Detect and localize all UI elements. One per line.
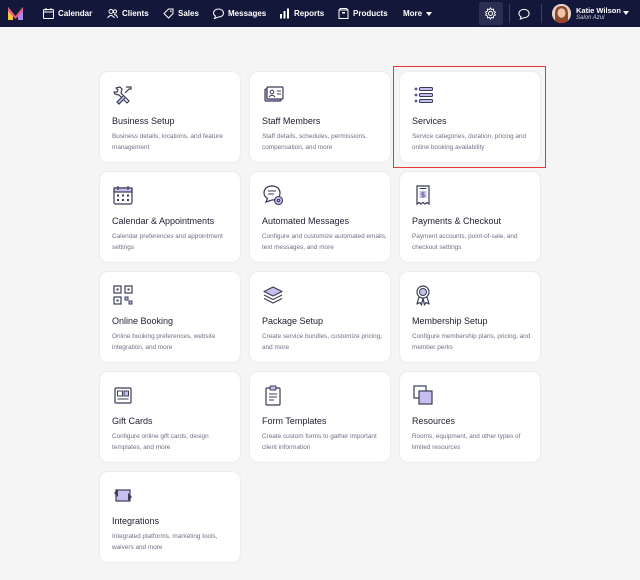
- card-title: Automated Messages: [262, 216, 350, 226]
- card-calendar-appointments[interactable]: Calendar & Appointments Calendar prefere…: [100, 172, 240, 262]
- card-gift-cards[interactable]: Gift Cards Configure online gift cards, …: [100, 372, 240, 462]
- card-title: Package Setup: [262, 316, 324, 326]
- nav-messages-label: Messages: [228, 9, 267, 18]
- card-integrations[interactable]: Integrations Integrated platforms, marke…: [100, 472, 240, 562]
- staff-icon: [264, 86, 284, 102]
- card-title: Membership Setup: [412, 316, 488, 326]
- card-description: Rooms, equipment, and other types of lim…: [412, 433, 521, 451]
- card-description: Configure and customize automated emails…: [262, 233, 387, 251]
- nav-calendar[interactable]: Calendar: [43, 0, 92, 27]
- card-description: Configure online gift cards, design temp…: [112, 433, 209, 451]
- card-description: Business details, locations, and feature…: [112, 133, 223, 151]
- card-form-templates[interactable]: Form Templates Create custom forms to ga…: [250, 372, 390, 462]
- card-title: Payments & Checkout: [412, 216, 502, 226]
- qr-code-icon: [113, 285, 133, 305]
- nav-products-label: Products: [353, 9, 388, 18]
- tag-icon: [163, 8, 174, 19]
- nav-reports-label: Reports: [294, 9, 325, 18]
- calendar-grid-icon: [113, 186, 133, 205]
- card-title: Gift Cards: [112, 416, 153, 426]
- card-description: Create service bundles, customize pricin…: [262, 333, 383, 351]
- chat-icon: [213, 8, 224, 19]
- card-automated-messages[interactable]: Automated Messages Configure and customi…: [250, 172, 390, 262]
- nav-products[interactable]: Products: [338, 0, 388, 27]
- user-name[interactable]: Katie Wilson: [576, 6, 621, 15]
- user-avatar-icon: [552, 4, 571, 23]
- nav-more[interactable]: More: [403, 0, 433, 27]
- top-nav: Calendar Clients Sales Messages Reports …: [0, 0, 640, 27]
- chat-bubble-icon: [517, 8, 530, 20]
- card-description: Configure membership plans, pricing, and…: [412, 333, 531, 351]
- resources-icon: [413, 385, 433, 405]
- nav-divider: [509, 4, 510, 23]
- card-resources[interactable]: Resources Rooms, equipment, and other ty…: [400, 372, 540, 462]
- user-menu-chevron-icon[interactable]: [623, 11, 629, 15]
- services-highlight-frame: [393, 66, 546, 168]
- card-title: Online Booking: [112, 316, 174, 326]
- tools-icon: [113, 86, 132, 105]
- chevron-down-icon: [426, 11, 433, 16]
- clients-icon: [107, 9, 118, 19]
- nav-more-label: More: [403, 9, 423, 18]
- svg-text:$: $: [421, 191, 425, 199]
- card-business-setup[interactable]: Business Setup Business details, locatio…: [100, 72, 240, 162]
- card-title: Form Templates: [262, 416, 327, 426]
- card-title: Integrations: [112, 516, 160, 526]
- settings-icon-wrap: [482, 5, 499, 22]
- bar-chart-icon: [280, 8, 289, 19]
- card-title: Resources: [412, 416, 456, 426]
- business-name: Salon Azul: [576, 15, 605, 21]
- nav-sales-label: Sales: [178, 9, 199, 18]
- card-description: Payment accounts, point-of-sale, and che…: [412, 233, 518, 251]
- nav-calendar-label: Calendar: [58, 9, 93, 18]
- gift-card-icon: [114, 387, 132, 404]
- message-gear-icon: [263, 185, 284, 206]
- card-title: Calendar & Appointments: [112, 216, 215, 226]
- card-title: Staff Members: [262, 116, 321, 126]
- nav-divider: [541, 4, 542, 23]
- card-membership-setup[interactable]: Membership Setup Configure membership pl…: [400, 272, 540, 362]
- gear-icon: [484, 7, 497, 20]
- nav-clients-label: Clients: [122, 9, 149, 18]
- integrations-icon: [114, 489, 132, 502]
- card-description: Online booking preferences, website inte…: [112, 333, 216, 351]
- card-online-booking[interactable]: Online Booking Online booking preference…: [100, 272, 240, 362]
- receipt-icon: $: [416, 185, 430, 206]
- card-package-setup[interactable]: Package Setup Create service bundles, cu…: [250, 272, 390, 362]
- box-icon: [338, 8, 349, 19]
- card-description: Create custom forms to gather important …: [262, 433, 377, 451]
- calendar-icon: [43, 8, 54, 19]
- card-description: Staff details, schedules, permissions, c…: [262, 133, 368, 151]
- badge-icon: [416, 285, 430, 306]
- card-staff-members[interactable]: Staff Members Staff details, schedules, …: [250, 72, 390, 162]
- nav-sales[interactable]: Sales: [163, 0, 199, 27]
- card-description: Integrated platforms, marketing tools, w…: [112, 533, 218, 551]
- avatar[interactable]: [552, 4, 571, 23]
- card-description: Calendar preferences and appointment set…: [112, 233, 223, 251]
- layers-icon: [263, 286, 283, 304]
- nav-clients[interactable]: Clients: [107, 0, 149, 27]
- nav-reports[interactable]: Reports: [279, 0, 324, 27]
- nav-messages[interactable]: Messages: [213, 0, 266, 27]
- clipboard-icon: [265, 385, 281, 406]
- chat-button[interactable]: [515, 5, 532, 22]
- app-logo-icon[interactable]: [7, 5, 24, 22]
- card-title: Business Setup: [112, 116, 175, 126]
- card-payments-checkout[interactable]: $ Payments & Checkout Payment accounts, …: [400, 172, 540, 262]
